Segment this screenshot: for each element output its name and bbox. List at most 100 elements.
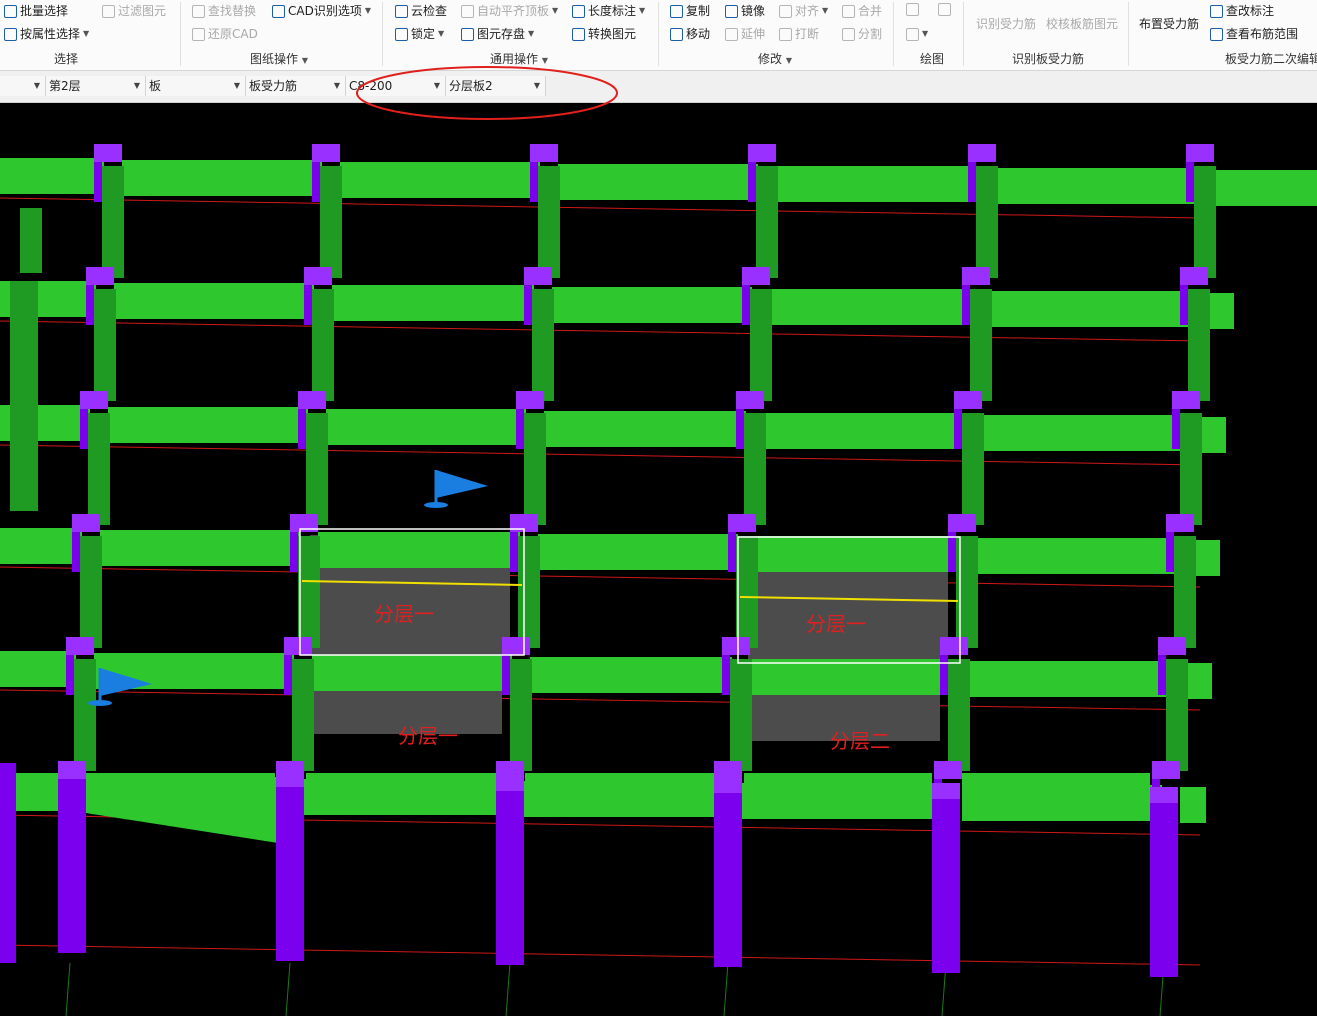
flag-icon [88, 700, 112, 706]
layer-label: 分层一 [374, 602, 434, 626]
column-side [66, 655, 74, 695]
column-cap [1186, 144, 1214, 162]
column-cap [298, 391, 326, 409]
column-cap [94, 144, 122, 162]
column-side [304, 285, 312, 325]
column [1150, 787, 1178, 977]
beam-taper [86, 809, 278, 843]
column-side [510, 532, 518, 572]
beam-top [94, 653, 294, 667]
arc-icon [906, 27, 919, 41]
layer-label: 分层一 [398, 724, 458, 748]
copy-button[interactable]: 复制 [670, 3, 710, 19]
column-side [722, 655, 730, 695]
extend-button[interactable]: 延伸 [725, 26, 765, 42]
beam-top [968, 661, 1168, 675]
draw-line-button[interactable] [906, 3, 919, 16]
beam-side [776, 180, 978, 202]
lock-button[interactable]: 锁定 ▼ [395, 26, 444, 42]
column-side [968, 162, 976, 202]
category-select[interactable]: 板 ▼ [146, 76, 246, 96]
drawing-canvas[interactable]: 分层一 分层一 分层一 分层二 [0, 103, 1317, 1016]
layer-select[interactable]: 分层板2 ▼ [446, 76, 546, 96]
beam-vertical [20, 208, 42, 273]
mirror-button[interactable]: 镜像 [725, 3, 765, 19]
merge-icon [842, 4, 855, 18]
identify-rebar-button[interactable]: 识别受力筋 [976, 16, 1036, 32]
group-label-drawing[interactable]: 图纸操作 ▼ [250, 50, 308, 67]
beam-side [100, 544, 300, 566]
column-cap [516, 391, 544, 409]
beam-top [750, 659, 950, 673]
auto-align-icon [461, 4, 474, 18]
check-rebar-button[interactable]: 校核板筋图元 [1046, 16, 1118, 32]
filter-elements-button[interactable]: 过滤图元 [102, 3, 166, 19]
column-cap [1150, 787, 1178, 803]
place-rebar-button[interactable]: 布置受力筋 [1139, 16, 1199, 32]
beam-vertical [1174, 536, 1196, 648]
column-cap [1166, 514, 1194, 532]
group-divider [180, 2, 181, 66]
floor-select[interactable]: 第2层 ▼ [46, 76, 146, 96]
edit-annotation-button[interactable]: 查改标注 [1210, 3, 1274, 19]
column-cap [1180, 267, 1208, 285]
column-cap [496, 775, 524, 791]
split-icon [842, 27, 855, 41]
batch-select-button[interactable]: 批量选择 [4, 3, 68, 19]
group-divider [1128, 2, 1129, 66]
convert-element-button[interactable]: 转换图元 [572, 26, 636, 42]
beam-side [530, 671, 732, 693]
column-side [524, 285, 532, 325]
column [0, 763, 16, 963]
type-select[interactable]: 板受力筋 ▼ [246, 76, 346, 96]
beam-vertical [948, 659, 970, 771]
beam-side [114, 297, 314, 319]
column-cap [714, 777, 742, 793]
beam-side [1208, 307, 1234, 329]
column-side [72, 532, 80, 572]
beam-vertical [538, 166, 560, 278]
chevron-down-icon: ▼ [922, 29, 929, 38]
length-dimension-button[interactable]: 长度标注 ▼ [572, 3, 645, 19]
spec-select[interactable]: C8-200 ▼ [346, 76, 446, 96]
auto-align-top-button[interactable]: 自动平齐顶板 ▼ [461, 3, 558, 19]
beam-side [0, 172, 104, 194]
restore-cad-button[interactable]: 还原CAD [192, 26, 258, 42]
chevron-down-icon: ▼ [438, 29, 445, 38]
column-cap [284, 637, 312, 655]
group-divider [963, 2, 964, 66]
beam-vertical [750, 289, 772, 401]
column-side [94, 162, 102, 202]
cloud-check-button[interactable]: 云检查 [395, 3, 447, 19]
beam-vertical [298, 536, 320, 648]
beam-top [1200, 417, 1226, 431]
group-label-modify[interactable]: 修改 ▼ [758, 50, 792, 67]
split-button[interactable]: 分割 [842, 26, 882, 42]
find-replace-button[interactable]: 查找替换 [192, 3, 256, 19]
find-replace-icon [192, 4, 205, 18]
beam-side [764, 427, 964, 449]
length-dimension-icon [572, 4, 585, 18]
cad-options-button[interactable]: CAD识别选项 ▼ [272, 3, 371, 19]
cloud-check-icon [395, 4, 408, 18]
save-element-button[interactable]: 图元存盘 ▼ [461, 26, 534, 42]
group-label-general[interactable]: 通用操作 ▼ [490, 50, 548, 67]
align-button[interactable]: 对齐 ▼ [779, 3, 828, 19]
beam-top [776, 166, 978, 180]
break-button[interactable]: 打断 [779, 26, 819, 42]
beam-vertical [532, 289, 554, 401]
merge-button[interactable]: 合并 [842, 3, 882, 19]
column-side [1158, 655, 1166, 695]
move-button[interactable]: 移动 [670, 26, 710, 42]
extend-icon [725, 27, 738, 41]
beam-top [0, 651, 76, 665]
view-range-button[interactable]: 查看布筋范围 [1210, 26, 1298, 42]
column-cap [304, 267, 332, 285]
floor-group-select[interactable]: ▼ [0, 76, 46, 96]
draw-rectangle-button[interactable] [938, 3, 951, 16]
beam-top [530, 657, 732, 671]
beam-top [1186, 663, 1212, 677]
property-select-button[interactable]: 按属性选择 ▼ [4, 26, 89, 42]
beam-side [770, 303, 972, 325]
draw-arc-button[interactable]: ▼ [906, 26, 928, 42]
